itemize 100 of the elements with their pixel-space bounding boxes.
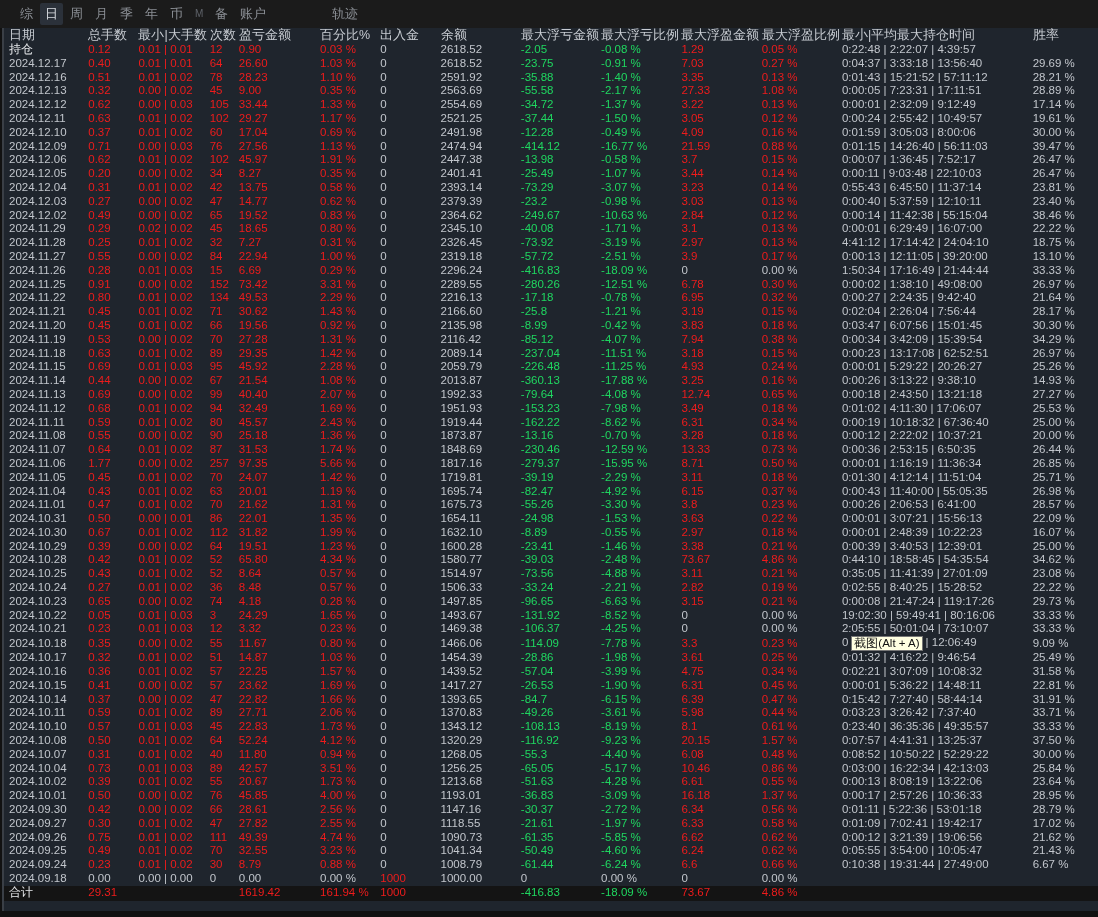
tab[interactable]: M [190, 3, 209, 25]
tab[interactable]: 月 [90, 3, 113, 25]
table-cell: 0.05 % [761, 43, 798, 55]
table-cell: 2024.11.12 [9, 401, 66, 414]
table-cell: 8.79 [238, 858, 262, 871]
column-header: 百分比% [319, 28, 372, 43]
table-cell: 1041.34 [440, 844, 483, 857]
table-cell: -96.65 [520, 594, 554, 607]
table-cell: 21.62 % [1032, 830, 1075, 843]
table-cell: 14.87 [238, 651, 268, 664]
table-cell: 0.01 | 0.02 [138, 651, 193, 664]
table-cell: 0.68 [88, 401, 111, 414]
table-cell: 31.53 [238, 443, 268, 456]
tab[interactable]: 综 [15, 3, 38, 25]
table-cell: 3.18 [681, 346, 704, 359]
table-cell: 2024.12.17 [9, 56, 67, 69]
tab[interactable]: 季 [115, 3, 138, 25]
table-cell: 0 [380, 747, 387, 760]
table-cell: 2024.11.15 [9, 360, 66, 373]
table-cell: 19.56 [238, 318, 268, 331]
table-cell: 30.30 % [1032, 318, 1075, 331]
table-cell: 26.98 % [1032, 484, 1075, 497]
tab[interactable]: 账户 [235, 3, 272, 25]
table-cell: 33.33 % [1032, 263, 1075, 276]
table-cell: 28.79 % [1032, 803, 1075, 816]
table-cell: 38.46 % [1032, 208, 1075, 221]
table-cell: 0 [380, 305, 387, 318]
table-cell: -0.42 % [601, 318, 641, 331]
table-cell: 0.00 | 0.02 [138, 692, 193, 705]
table-cell: -28.86 [520, 651, 554, 664]
table-cell: 1213.68 [440, 775, 483, 788]
table-cell: 0.45 [88, 305, 111, 318]
table-cell: 0:00:01 | 6:29:49 | 16:07:00 [841, 222, 983, 235]
table-cell: 27.82 [238, 816, 268, 829]
table-cell: 2.28 % [320, 360, 356, 373]
table-cell: 19.52 [238, 208, 268, 221]
table-cell: 0.62 [88, 153, 111, 166]
table-cell: 2.43 % [320, 415, 356, 428]
table-cell: 65 [209, 208, 223, 221]
table-cell: 0.80 % [320, 222, 356, 235]
table-cell: 25.18 [238, 429, 268, 442]
table-cell: 0 [209, 872, 217, 884]
table-cell: -36.83 [520, 789, 554, 802]
table-cell: 0.23 % [761, 498, 798, 511]
tab[interactable]: 币 [165, 3, 188, 25]
table-cell: 1:50:34 | 17:16:49 | 21:44:44 [841, 263, 989, 276]
table-cell: 0 [380, 734, 387, 747]
table-cell: -4.60 % [601, 844, 641, 857]
table-cell: 22.82 [238, 692, 268, 705]
table-cell: 0.00 | 0.02 [138, 387, 193, 400]
table-cell: 67 [209, 374, 223, 387]
table-cell: 0 [681, 608, 688, 621]
table-cell: -23.75 [520, 56, 554, 69]
table-cell: 0.03 % [320, 43, 356, 55]
table-cell: 0:00:23 | 13:17:08 | 62:52:51 [841, 346, 989, 359]
table-cell: 0:00:05 | 7:23:31 | 17:11:51 [841, 84, 982, 97]
table-cell: 73.67 [681, 886, 711, 899]
table-cell: 0 [380, 678, 387, 691]
table-cell: -1.37 % [601, 98, 641, 111]
table-cell: 1654.11 [440, 512, 482, 525]
table-cell: 0.45 [88, 470, 111, 483]
table-cell: 0:07:57 | 4:41:31 | 13:25:37 [841, 734, 983, 747]
table-cell: -0.98 % [601, 194, 641, 207]
table-cell: 0.13 % [761, 222, 798, 235]
table-cell: 0.37 [88, 125, 111, 138]
tab[interactable]: 周 [65, 3, 88, 25]
table-cell: 45 [209, 720, 223, 733]
table-cell: 1.73 % [320, 775, 356, 788]
table-cell: 0 [380, 761, 387, 774]
table-cell: 4.86 % [761, 886, 798, 899]
table-cell: 27.33 [681, 84, 711, 97]
tab[interactable]: 日 [40, 3, 63, 25]
table-cell: 2401.41 [440, 167, 483, 180]
table-cell: 2024.09.18 [9, 872, 67, 884]
table-cell: 0 [380, 112, 387, 124]
table-cell: 84 [209, 249, 223, 262]
table-cell: 4.34 % [320, 553, 356, 566]
tab[interactable]: 年 [140, 3, 163, 25]
table-cell: 0:00:18 | 2:43:50 | 13:21:18 [841, 387, 983, 400]
table-cell: 55 [209, 636, 223, 649]
table-cell: 20.15 [681, 734, 711, 747]
table-cell: 1.03 % [320, 651, 356, 664]
table-cell: 2116.42 [440, 332, 482, 345]
table-cell: 0.29 % [320, 263, 356, 276]
table-cell: 31.91 % [1032, 692, 1075, 705]
table-cell: -3.09 % [601, 789, 641, 802]
tab[interactable]: 备 [210, 3, 234, 25]
table-cell: 3.11 [681, 567, 703, 580]
table-cell: 57 [209, 665, 223, 678]
table-cell: 26.44 % [1032, 443, 1075, 456]
tab[interactable]: 轨迹 [327, 3, 364, 25]
table-cell: 2024.10.07 [9, 747, 67, 760]
table-cell: 0.00 | 0.02 [138, 277, 193, 290]
table-cell: -23.2 [520, 194, 548, 207]
table-cell: 30 [209, 858, 223, 871]
table-cell: 0.55 % [761, 775, 798, 788]
table-cell: 1695.74 [440, 484, 483, 497]
table-cell: 1.69 % [320, 401, 356, 414]
column-header: 总手数 [87, 28, 129, 43]
table-cell: 3.1 [681, 222, 698, 235]
